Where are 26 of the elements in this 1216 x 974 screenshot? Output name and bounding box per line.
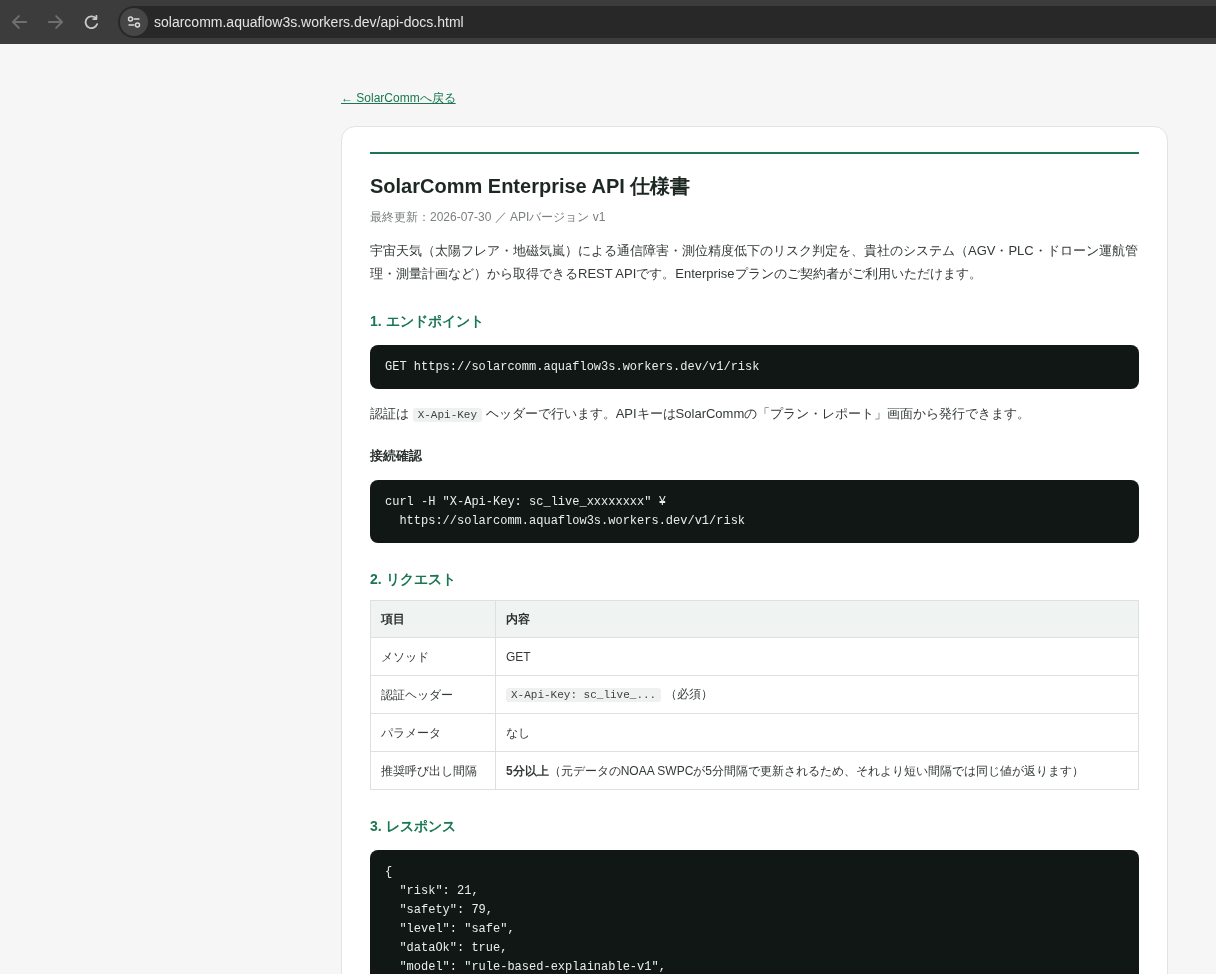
address-bar[interactable]: solarcomm.aquaflow3s.workers.dev/api-docs.html — [118, 6, 1216, 38]
code-block: { "risk": 21, "safety": 79, "level": "safe", "dataOk": true, "model": "rule-based-explainable-v1", — [370, 850, 1139, 974]
table-cell: GET — [495, 637, 1139, 676]
sliders-icon[interactable] — [120, 8, 148, 36]
section-heading: 2. リクエスト — [370, 570, 457, 589]
paragraph: 宇宙天気（太陽フレア・地磁気嵐）による通信障害・測位精度低下のリスク判定を、貴社のシステム（AGV・PLC・ドローン運航管理・測量計画など）から取得できるREST APIです。Enterpriseプランのご契約者がご利用いただけます。 — [370, 242, 1139, 283]
url-text: solarcomm.aquaflow3s.workers.dev/api-docs.html — [154, 13, 464, 32]
table-cell: 推奨呼び出し間隔 — [370, 751, 496, 790]
section-heading: 1. エンドポイント — [370, 312, 485, 331]
table-header-cell: 項目 — [370, 600, 496, 638]
subsection-heading: 接続確認 — [370, 447, 423, 465]
paragraph: 認証は X-Api-Key ヘッダーで行います。APIキーはSolarCommの「プラン・レポート」画面から発行できます。 — [370, 405, 1032, 424]
table-cell: X-Api-Key: sc_live_... （必須） — [495, 675, 1139, 714]
table-cell: なし — [495, 713, 1139, 752]
table-cell: パラメータ — [370, 713, 496, 752]
code-block: GET https://solarcomm.aquaflow3s.workers.dev/v1/risk — [370, 345, 1139, 389]
table-cell: 認証ヘッダー — [370, 675, 496, 714]
code-block: curl -H "X-Api-Key: sc_live_xxxxxxxx" ¥ https://solarcomm.aquaflow3s.workers.dev/v1/risk — [370, 480, 1139, 543]
section-heading: 3. レスポンス — [370, 817, 457, 836]
reload-icon[interactable] — [83, 15, 99, 29]
document-title: SolarComm Enterprise API 仕様書 — [370, 174, 692, 199]
back-link[interactable]: ← SolarCommへ戻る — [341, 90, 456, 106]
table-cell: メソッド — [370, 637, 496, 676]
document-meta: 最終更新：2026-07-30 ／ APIバージョン v1 — [370, 209, 607, 226]
table-header-cell: 内容 — [495, 600, 1139, 638]
table-cell: 5分以上（元データのNOAA SWPCが5分間隔で更新されるため、それより短い間隔では同じ値が返ります） — [495, 751, 1139, 790]
